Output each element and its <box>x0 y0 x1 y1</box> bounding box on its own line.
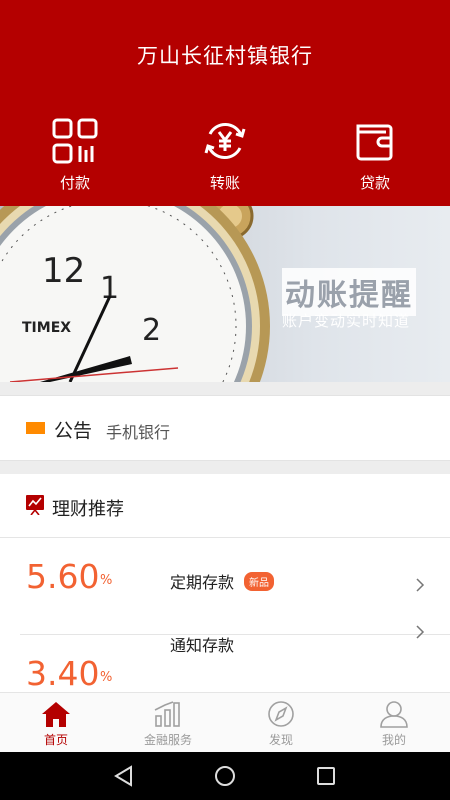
chart-board-icon <box>26 495 44 515</box>
wealth-recommendations: 理财推荐 5.60 % 定期存款 新品 3.40 % 通知存款 <box>0 474 450 692</box>
svg-text:TIMEX: TIMEX <box>22 320 71 336</box>
bottom-tab-bar: 首页 金融服务 发现 我的 <box>0 692 450 752</box>
yuan-transfer-icon <box>204 122 246 160</box>
tab-label: 首页 <box>43 733 68 747</box>
product-rate: 5.60 <box>26 557 100 596</box>
product-item[interactable]: 3.40 % 通知存款 <box>20 625 450 692</box>
section-title: 理财推荐 <box>52 499 124 520</box>
pay-button[interactable]: 付款 <box>20 118 130 193</box>
tab-discover[interactable]: 发现 <box>225 693 337 753</box>
tab-financial-services[interactable]: 金融服务 <box>112 693 224 753</box>
tab-home[interactable]: 首页 <box>0 693 112 753</box>
bar-chart-icon <box>154 701 180 727</box>
tab-label: 我的 <box>381 733 406 747</box>
product-name: 定期存款 <box>170 573 235 592</box>
quick-actions: 付款 转账 贷款 <box>0 118 450 198</box>
banner-subtitle: 账户变动实时知道 <box>282 312 411 330</box>
app-header: 万山长征村镇银行 付款 转账 贷款 <box>0 0 450 206</box>
alarm-clock-image: 12 1 2 TIMEX <box>0 206 270 382</box>
tab-label: 发现 <box>268 733 293 747</box>
section-header: 理财推荐 <box>0 474 450 538</box>
back-icon[interactable] <box>112 764 136 788</box>
tab-label: 金融服务 <box>143 733 192 747</box>
notice-text: 手机银行 <box>106 423 171 442</box>
product-rate: 3.40 <box>26 654 100 692</box>
notice-title: 公告 <box>54 420 93 442</box>
chevron-right-icon <box>416 578 425 592</box>
loan-label: 贷款 <box>359 174 390 192</box>
banner-title: 动账提醒 <box>282 268 416 316</box>
home-circle-icon[interactable] <box>213 764 237 788</box>
pay-label: 付款 <box>59 174 90 192</box>
promo-banner[interactable]: 12 1 2 TIMEX 动账提醒 账户变动实时知道 <box>0 206 450 382</box>
loan-button[interactable]: 贷款 <box>320 118 430 193</box>
svg-text:12: 12 <box>42 251 85 291</box>
svg-text:2: 2 <box>142 313 161 348</box>
notice-marker <box>26 422 45 434</box>
product-item[interactable]: 5.60 % 定期存款 新品 <box>20 539 450 635</box>
tab-mine[interactable]: 我的 <box>338 693 450 753</box>
qr-code-icon <box>52 118 98 164</box>
user-icon <box>380 701 408 728</box>
transfer-label: 转账 <box>209 174 240 192</box>
recents-icon[interactable] <box>314 764 338 788</box>
product-name: 通知存款 <box>170 636 235 655</box>
system-nav-bar <box>0 752 450 800</box>
product-rate-unit: % <box>100 573 113 588</box>
wallet-icon <box>356 124 393 161</box>
new-badge: 新品 <box>244 572 274 591</box>
notice-bar[interactable]: 公告 手机银行 <box>0 395 450 461</box>
page-title: 万山长征村镇银行 <box>137 44 313 68</box>
transfer-button[interactable]: 转账 <box>170 118 280 193</box>
product-rate-unit: % <box>100 670 113 685</box>
chevron-right-icon <box>416 625 425 639</box>
home-icon <box>42 702 70 727</box>
svg-text:1: 1 <box>100 271 119 306</box>
compass-icon <box>268 701 294 727</box>
